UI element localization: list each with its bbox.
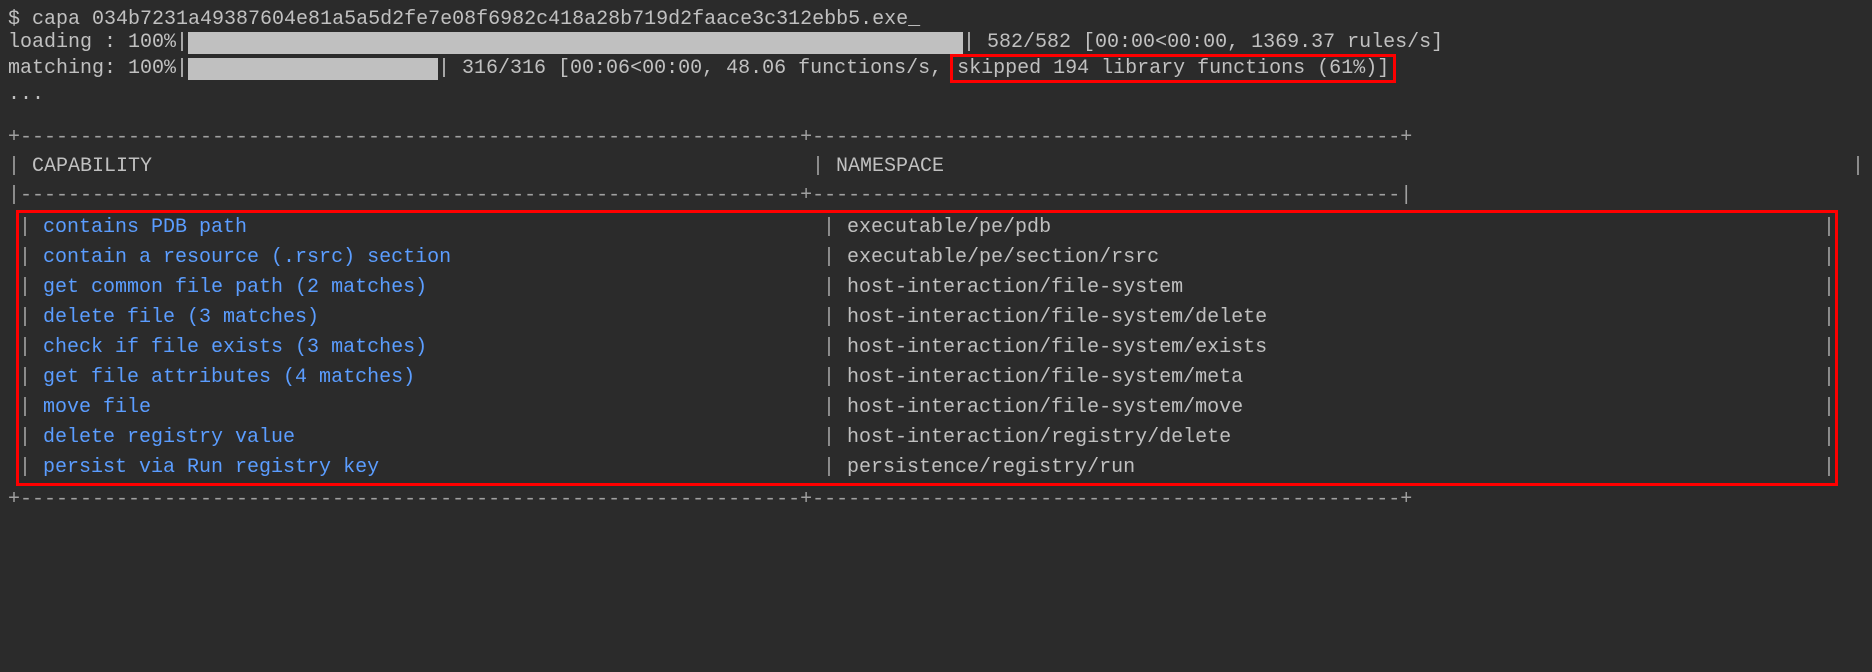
table-row: | check if file exists (3 matches)| host… — [19, 333, 1835, 363]
ellipsis: ... — [8, 83, 1864, 106]
table-row: | move file| host-interaction/file-syste… — [19, 393, 1835, 423]
table-pipe: | — [19, 213, 43, 243]
table-pipe: | — [1811, 363, 1835, 393]
loading-stats: | 582/582 [00:00<00:00, 1369.37 rules/s] — [963, 31, 1443, 54]
capability-cell: contain a resource (.rsrc) section — [43, 243, 823, 273]
prompt-symbol: $ — [8, 8, 32, 31]
namespace-cell: host-interaction/file-system/meta — [847, 363, 1811, 393]
capability-cell: delete registry value — [43, 423, 823, 453]
table-top-border: +---------------------------------------… — [8, 124, 1864, 152]
command-text: capa 034b7231a49387604e81a5a5d2fe7e08f69… — [32, 8, 908, 31]
matching-stats-highlighted: skipped 194 library functions (61%)] — [950, 54, 1396, 83]
table-body: | contains PDB path| executable/pe/pdb |… — [19, 213, 1835, 483]
loading-line: loading : 100%| | 582/582 [00:00<00:00, 1… — [8, 31, 1864, 54]
namespace-cell: host-interaction/file-system/exists — [847, 333, 1811, 363]
table-pipe: | — [823, 243, 847, 273]
table-pipe: | — [823, 213, 847, 243]
table-pipe: | — [1811, 273, 1835, 303]
table-row: | persist via Run registry key| persiste… — [19, 453, 1835, 483]
namespace-cell: persistence/registry/run — [847, 453, 1811, 483]
command-line: $ capa 034b7231a49387604e81a5a5d2fe7e08f… — [8, 8, 1864, 31]
matching-progress-bar — [188, 58, 438, 80]
header-namespace: NAMESPACE — [836, 152, 1840, 182]
matching-line: matching: 100%| | 316/316 [00:06<00:00, 4… — [8, 54, 1864, 83]
table-pipe: | — [19, 363, 43, 393]
table-pipe: | — [19, 273, 43, 303]
capability-cell: persist via Run registry key — [43, 453, 823, 483]
namespace-cell: executable/pe/pdb — [847, 213, 1811, 243]
table-pipe: | — [1811, 453, 1835, 483]
matching-label: matching: 100%| — [8, 57, 188, 80]
table-pipe: | — [823, 393, 847, 423]
capability-cell: get common file path (2 matches) — [43, 273, 823, 303]
table-pipe: | — [19, 423, 43, 453]
table-pipe: | — [812, 152, 836, 182]
table-row: | delete file (3 matches)| host-interact… — [19, 303, 1835, 333]
table-pipe: | — [19, 393, 43, 423]
table-bottom-border: +---------------------------------------… — [8, 486, 1864, 514]
loading-progress-bar — [188, 32, 963, 54]
capability-cell: get file attributes (4 matches) — [43, 363, 823, 393]
namespace-cell: executable/pe/section/rsrc — [847, 243, 1811, 273]
table-pipe: | — [1811, 303, 1835, 333]
namespace-cell: host-interaction/file-system — [847, 273, 1811, 303]
table-pipe: | — [19, 453, 43, 483]
table-row: | contains PDB path| executable/pe/pdb | — [19, 213, 1835, 243]
capability-cell: contains PDB path — [43, 213, 823, 243]
table-pipe: | — [19, 303, 43, 333]
table-pipe: | — [823, 423, 847, 453]
table-pipe: | — [823, 363, 847, 393]
namespace-cell: host-interaction/registry/delete — [847, 423, 1811, 453]
table-row: | get common file path (2 matches)| host… — [19, 273, 1835, 303]
table-header: | CAPABILITY| NAMESPACE | — [8, 152, 1864, 182]
capability-cell: delete file (3 matches) — [43, 303, 823, 333]
header-capability: CAPABILITY — [32, 152, 812, 182]
matching-stats-pre: | 316/316 [00:06<00:00, 48.06 functions/… — [438, 57, 954, 80]
namespace-cell: host-interaction/file-system/delete — [847, 303, 1811, 333]
table-row: | contain a resource (.rsrc) section| ex… — [19, 243, 1835, 273]
table-row: | get file attributes (4 matches)| host-… — [19, 363, 1835, 393]
table-header-divider: |---------------------------------------… — [8, 182, 1864, 210]
capability-cell: move file — [43, 393, 823, 423]
table-pipe: | — [8, 152, 32, 182]
table-body-highlight: | contains PDB path| executable/pe/pdb |… — [16, 210, 1838, 486]
table-row: | delete registry value| host-interactio… — [19, 423, 1835, 453]
table-pipe: | — [823, 453, 847, 483]
loading-label: loading : 100%| — [8, 31, 188, 54]
table-pipe: | — [1811, 243, 1835, 273]
table-pipe: | — [823, 333, 847, 363]
table-pipe: | — [823, 303, 847, 333]
table-pipe: | — [1811, 333, 1835, 363]
table-pipe: | — [823, 273, 847, 303]
capability-cell: check if file exists (3 matches) — [43, 333, 823, 363]
namespace-cell: host-interaction/file-system/move — [847, 393, 1811, 423]
cursor: _ — [908, 8, 920, 31]
table-pipe: | — [19, 243, 43, 273]
table-pipe: | — [1811, 393, 1835, 423]
capability-table: +---------------------------------------… — [8, 124, 1864, 514]
table-pipe: | — [1811, 423, 1835, 453]
table-pipe: | — [1840, 152, 1864, 182]
table-pipe: | — [19, 333, 43, 363]
table-pipe: | — [1811, 213, 1835, 243]
